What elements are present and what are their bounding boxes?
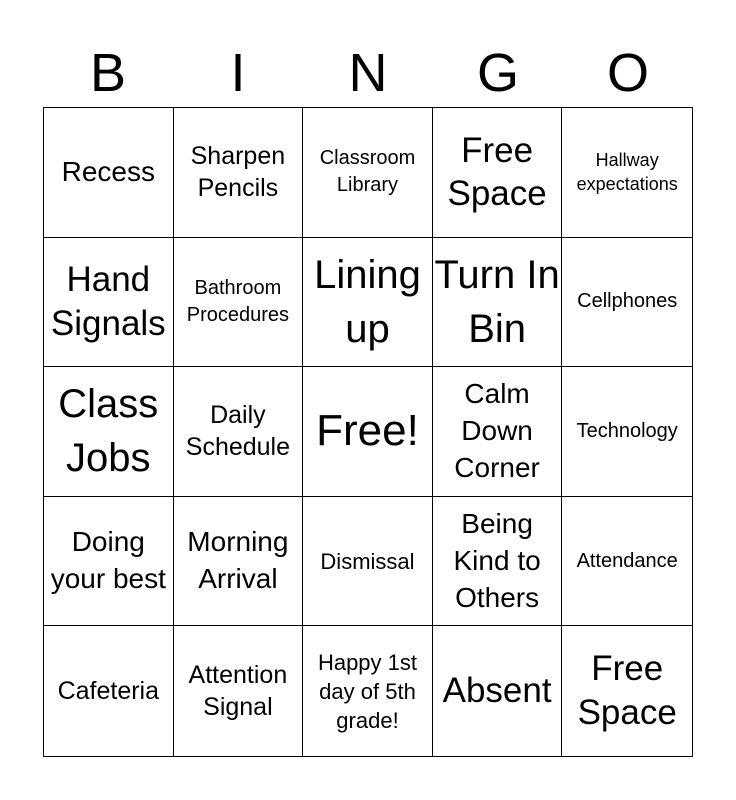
bingo-cell[interactable]: Technology: [562, 367, 692, 497]
header-letter-n: N: [348, 43, 388, 103]
bingo-cell[interactable]: Absent: [433, 626, 563, 756]
bingo-cell[interactable]: Hand Signals: [44, 237, 174, 368]
bingo-cell[interactable]: Free Space: [432, 108, 563, 238]
bingo-cell-text: Being Kind to Others: [453, 507, 541, 613]
bingo-cell[interactable]: Daily Schedule: [173, 367, 304, 497]
bingo-cell-text: Happy 1st day of 5th grade!: [317, 649, 418, 733]
bingo-cell-text: Daily Schedule: [185, 400, 291, 462]
bingo-cell-text: Cafeteria: [57, 676, 160, 705]
header-letter-b: B: [89, 43, 127, 103]
header-letter-i: I: [230, 43, 246, 103]
bingo-cell[interactable]: Happy 1st day of 5th grade!: [303, 626, 433, 756]
bingo-cell[interactable]: Being Kind to Others: [432, 496, 563, 627]
bingo-cell-text: Attention Signal: [188, 660, 288, 722]
header-letter-o: O: [606, 43, 649, 103]
bingo-cell-text: Cellphones: [577, 290, 678, 313]
bingo-cell[interactable]: Morning Arrival: [173, 496, 304, 627]
bingo-cell-text: Sharpen Pencils: [190, 141, 286, 203]
bingo-cell[interactable]: Cafeteria: [44, 626, 174, 756]
bingo-cell-text: Doing your best: [50, 526, 166, 595]
bingo-cell[interactable]: Calm Down Corner: [432, 367, 563, 497]
bingo-cell-text: Classroom Library: [319, 147, 416, 197]
bingo-cell-text: Bathroom Procedures: [186, 276, 290, 326]
bingo-cell-text: Free Space: [577, 649, 677, 733]
bingo-cell-text: Morning Arrival: [187, 526, 289, 595]
bingo-cell-text: Dismissal: [320, 548, 415, 574]
bingo-cell[interactable]: Cellphones: [562, 238, 692, 368]
bingo-cell-text: Attendance: [576, 549, 678, 572]
bingo-grid: Recess Sharpen Pencils Classroom Library Fr…: [43, 107, 693, 757]
bingo-cell-text: Hallway expectations: [576, 150, 678, 195]
bingo-cell-text: Calm Down Corner: [454, 378, 540, 483]
bingo-cell-text: Technology: [576, 419, 678, 442]
bingo-cell[interactable]: Hallway expectations: [562, 108, 692, 238]
bingo-cell[interactable]: Free!: [303, 367, 433, 497]
bingo-cell-text: Absent: [442, 671, 552, 711]
bingo-cell-text: Hand Signals: [50, 260, 166, 343]
bingo-cell[interactable]: Sharpen Pencils: [173, 108, 304, 238]
bingo-cell-text: Class Jobs: [58, 382, 159, 481]
bingo-cell[interactable]: Dismissal: [303, 496, 433, 627]
bingo-cell[interactable]: Free Space: [562, 626, 692, 756]
bingo-cell-text: Free!: [316, 406, 419, 456]
bingo-cell[interactable]: Lining up: [303, 237, 433, 368]
bingo-header: B I N G O: [43, 40, 693, 106]
bingo-cell[interactable]: Recess: [44, 108, 174, 238]
bingo-cell[interactable]: Attendance: [562, 497, 692, 627]
bingo-cell-text: Recess: [61, 155, 155, 187]
bingo-cell-text: Free Space: [447, 130, 547, 214]
bingo-cell[interactable]: Class Jobs: [44, 367, 174, 497]
bingo-cell-text: Turn In Bin: [434, 252, 560, 351]
bingo-cell[interactable]: Attention Signal: [174, 626, 304, 756]
bingo-cell-text: Lining up: [314, 252, 421, 351]
bingo-cell[interactable]: Bathroom Procedures: [173, 237, 304, 368]
header-letter-g: G: [476, 43, 519, 103]
bingo-cell[interactable]: Doing your best: [44, 496, 174, 627]
bingo-cell[interactable]: Turn In Bin: [432, 237, 563, 368]
bingo-cell[interactable]: Classroom Library: [303, 108, 433, 238]
